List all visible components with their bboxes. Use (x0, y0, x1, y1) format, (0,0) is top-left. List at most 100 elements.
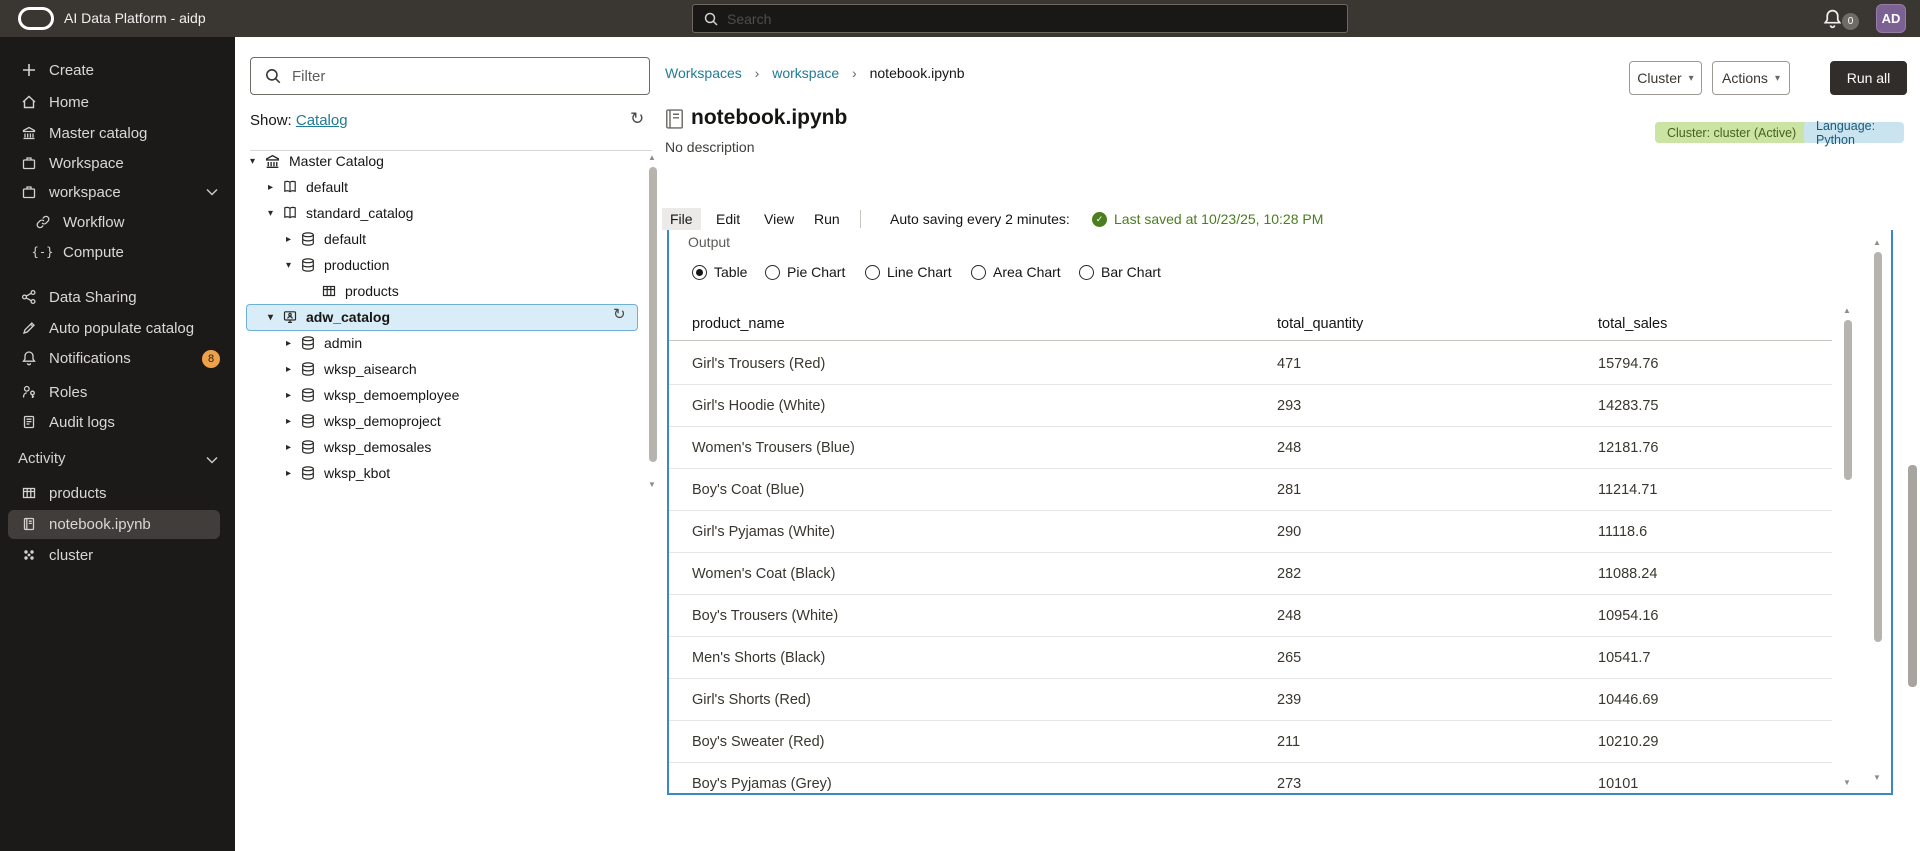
sidebar-item-workflow[interactable]: Workflow (0, 207, 235, 237)
cluster-button[interactable]: Cluster ▾ (1629, 61, 1702, 95)
tree-collapsed-icon[interactable]: ▸ (286, 338, 300, 349)
tree-collapsed-icon[interactable]: ▸ (286, 234, 300, 245)
scroll-down-icon[interactable]: ▼ (648, 480, 656, 489)
table-icon (321, 283, 337, 299)
cluster-status-badge: Cluster: cluster (Active) (1655, 122, 1809, 143)
global-search[interactable] (692, 4, 1348, 33)
sidebar-item-create[interactable]: Create (0, 55, 235, 85)
sidebar-item-roles[interactable]: Roles (0, 377, 235, 407)
library-icon (20, 125, 37, 141)
tree-item-standard-catalog[interactable]: ▾ standard_catalog (268, 200, 413, 226)
refresh-icon[interactable]: ↻ (613, 305, 626, 323)
sidebar-item-workspace[interactable]: workspace (0, 177, 235, 207)
sidebar-item-home[interactable]: Home (0, 87, 235, 117)
activity-item-notebook[interactable]: notebook.ipynb (0, 509, 235, 539)
cell-scrollbar-thumb[interactable] (1874, 252, 1882, 642)
menu-run[interactable]: Run (806, 208, 848, 230)
show-label: Show: (250, 112, 292, 129)
view-radio-table[interactable]: Table (692, 262, 747, 282)
tree-collapsed-icon[interactable]: ▸ (286, 416, 300, 427)
view-radio-line-chart[interactable]: Line Chart (865, 262, 952, 282)
sidebar-item-data-sharing[interactable]: Data Sharing (0, 282, 235, 312)
book-icon (282, 179, 298, 195)
sidebar-item-compute[interactable]: {-} Compute (0, 237, 235, 267)
radio-icon (1079, 264, 1094, 280)
tree-collapsed-icon[interactable]: ▸ (286, 364, 300, 375)
tree-item-wksp-aisearch[interactable]: ▸ wksp_aisearch (286, 356, 417, 382)
table-row[interactable]: Girl's Pyjamas (White) 290 11118.6 (669, 511, 1832, 553)
sidebar-item-workspace-static[interactable]: Workspace (0, 148, 235, 178)
tree-collapsed-icon[interactable]: ▸ (286, 390, 300, 401)
table-row[interactable]: Girl's Trousers (Red) 471 15794.76 (669, 343, 1832, 385)
page-scrollbar-thumb[interactable] (1908, 465, 1917, 687)
tree-item-products[interactable]: products (307, 278, 399, 304)
tree-item-adw-catalog[interactable]: ▾ adw_catalog (268, 304, 390, 330)
avatar[interactable]: AD (1876, 4, 1906, 33)
tree-filter[interactable] (250, 57, 650, 95)
tree-collapsed-icon[interactable]: ▸ (286, 468, 300, 479)
tree-collapsed-icon[interactable]: ▸ (286, 442, 300, 453)
notification-count-badge: 0 (1842, 13, 1859, 30)
tree-expanded-icon[interactable]: ▾ (250, 156, 264, 167)
scroll-down-icon[interactable]: ▼ (1873, 773, 1881, 782)
tree-item-default-schema[interactable]: ▸ default (286, 226, 366, 252)
notebook-icon (20, 516, 37, 532)
chevron-down-icon[interactable] (206, 188, 218, 196)
actions-button[interactable]: Actions ▾ (1712, 61, 1790, 95)
sidebar-item-notifications[interactable]: Notifications (0, 343, 235, 373)
table-row[interactable]: Boy's Pyjamas (Grey) 273 10101 (669, 763, 1832, 793)
activity-item-products[interactable]: products (0, 478, 235, 508)
cluster-icon (20, 547, 37, 563)
table-row[interactable]: Boy's Coat (Blue) 281 11214.71 (669, 469, 1832, 511)
tree-item-default[interactable]: ▸ default (268, 174, 348, 200)
menu-edit[interactable]: Edit (708, 208, 748, 230)
scroll-up-icon[interactable]: ▲ (1843, 306, 1851, 315)
catalog-link[interactable]: Catalog (296, 112, 348, 129)
table-scrollbar-thumb[interactable] (1844, 320, 1852, 480)
tree-item-admin[interactable]: ▸ admin (286, 330, 362, 356)
tree-item-wksp-kbot[interactable]: ▸ wksp_kbot (286, 460, 390, 486)
sidebar-item-master-catalog[interactable]: Master catalog (0, 118, 235, 148)
sidebar-item-audit-logs[interactable]: Audit logs (0, 407, 235, 437)
view-radio-bar-chart[interactable]: Bar Chart (1079, 262, 1161, 282)
search-input[interactable] (719, 10, 1347, 27)
run-all-button[interactable]: Run all (1830, 61, 1907, 95)
table-row[interactable]: Boy's Sweater (Red) 211 10210.29 (669, 721, 1832, 763)
column-product-name[interactable]: product_name (692, 308, 785, 340)
notebook-output-cell[interactable]: Output Table Pie Chart Line Chart Area C… (667, 230, 1893, 795)
tree-filter-input[interactable] (282, 67, 649, 85)
scroll-up-icon[interactable]: ▲ (648, 153, 656, 162)
sidebar-item-auto-populate-catalog[interactable]: Auto populate catalog (0, 313, 235, 343)
activity-item-cluster[interactable]: cluster (0, 540, 235, 570)
scroll-up-icon[interactable]: ▲ (1873, 238, 1881, 247)
breadcrumb-workspaces[interactable]: Workspaces (665, 65, 742, 81)
tree-collapsed-icon[interactable]: ▸ (268, 182, 282, 193)
table-row[interactable]: Women's Trousers (Blue) 248 12181.76 (669, 427, 1832, 469)
refresh-icon[interactable]: ↻ (630, 109, 644, 129)
view-radio-area-chart[interactable]: Area Chart (971, 262, 1061, 282)
tree-item-production[interactable]: ▾ production (286, 252, 389, 278)
tree-expanded-icon[interactable]: ▾ (268, 312, 282, 323)
tree-scrollbar-thumb[interactable] (649, 167, 657, 462)
chevron-down-icon[interactable] (206, 456, 218, 464)
table-row[interactable]: Girl's Shorts (Red) 239 10446.69 (669, 679, 1832, 721)
tree-item-wksp-demosales[interactable]: ▸ wksp_demosales (286, 434, 431, 460)
table-row[interactable]: Men's Shorts (Black) 265 10541.7 (669, 637, 1832, 679)
scroll-down-icon[interactable]: ▼ (1843, 778, 1851, 787)
menu-file[interactable]: File (662, 208, 701, 230)
view-radio-pie-chart[interactable]: Pie Chart (765, 262, 845, 282)
bell-icon[interactable] (1822, 8, 1843, 29)
column-total-sales[interactable]: total_sales (1598, 308, 1667, 340)
tree-item-master-catalog[interactable]: ▾ Master Catalog (250, 148, 384, 174)
menu-view[interactable]: View (756, 208, 802, 230)
tree-expanded-icon[interactable]: ▾ (268, 208, 282, 219)
column-total-quantity[interactable]: total_quantity (1277, 308, 1363, 340)
table-row[interactable]: Girl's Hoodie (White) 293 14283.75 (669, 385, 1832, 427)
table-row[interactable]: Boy's Trousers (White) 248 10954.16 (669, 595, 1832, 637)
tree-item-wksp-demoemployee[interactable]: ▸ wksp_demoemployee (286, 382, 459, 408)
activity-section-label[interactable]: Activity (18, 450, 66, 467)
breadcrumb-workspace[interactable]: workspace (772, 65, 839, 81)
tree-item-wksp-demoproject[interactable]: ▸ wksp_demoproject (286, 408, 441, 434)
tree-expanded-icon[interactable]: ▾ (286, 260, 300, 271)
table-row[interactable]: Women's Coat (Black) 282 11088.24 (669, 553, 1832, 595)
